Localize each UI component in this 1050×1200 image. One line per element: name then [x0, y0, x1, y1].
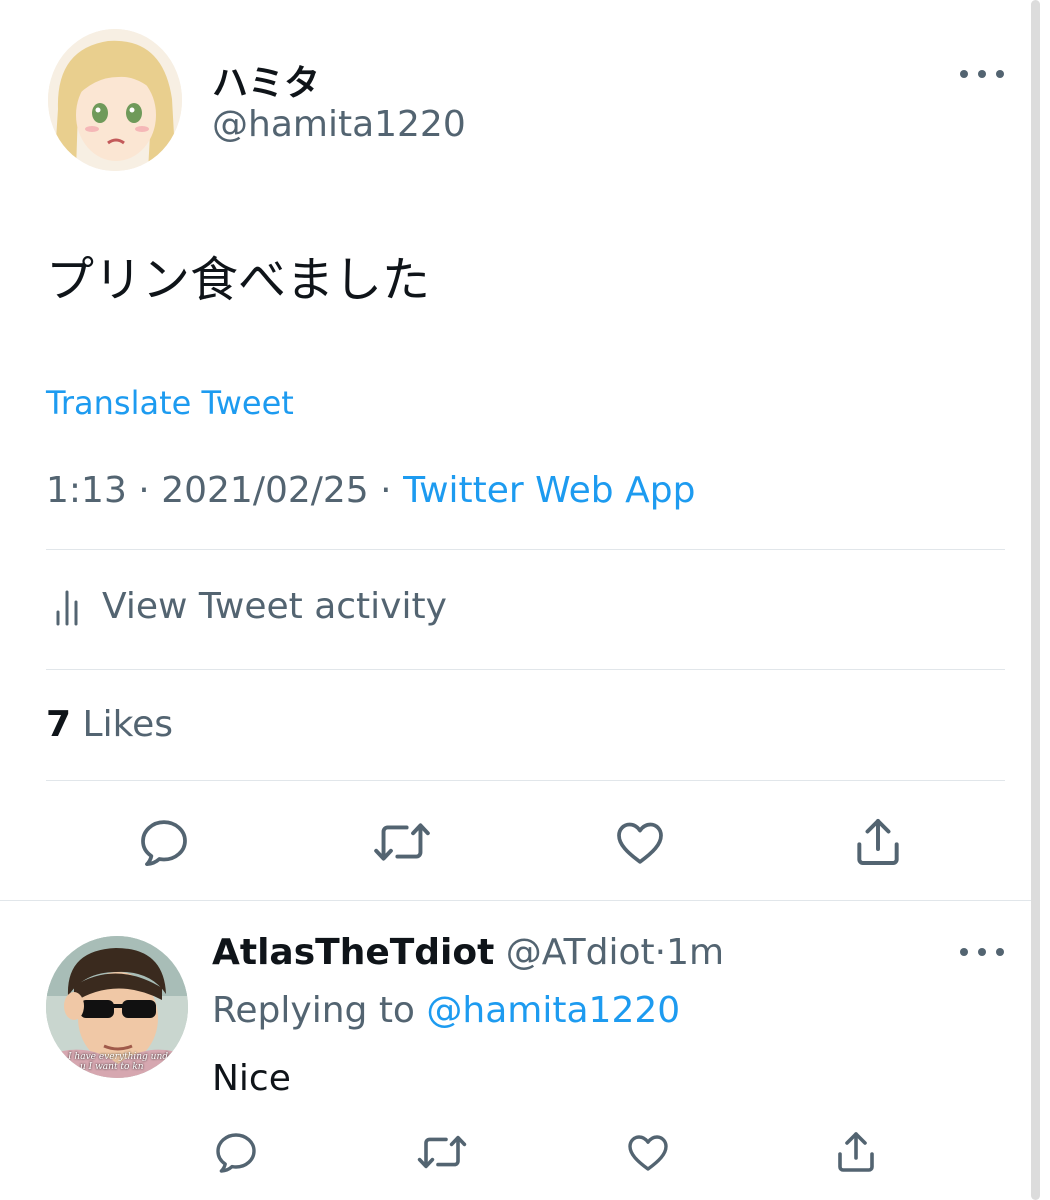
scrollbar[interactable]: [1031, 0, 1040, 1200]
activity-chart-icon: [50, 586, 90, 626]
share-icon: [838, 1132, 874, 1172]
reply-author-avatar[interactable]: I have everything unde u I want to kn: [46, 936, 188, 1078]
view-tweet-activity-button[interactable]: View Tweet activity: [50, 584, 447, 628]
reply-share-button[interactable]: [826, 1122, 886, 1182]
meta-separator: ·: [138, 470, 150, 511]
translate-tweet-link[interactable]: Translate Tweet: [46, 384, 294, 422]
retweet-button[interactable]: [372, 812, 432, 872]
tweet-date[interactable]: 2021/02/25: [161, 470, 369, 511]
tweet-source-link[interactable]: Twitter Web App: [403, 470, 695, 511]
replying-to-handle-link[interactable]: @hamita1220: [426, 990, 680, 1031]
retweet-icon: [374, 823, 430, 861]
author-avatar[interactable]: [48, 29, 182, 171]
tweet-time: 1:13: [46, 470, 127, 511]
reply-like-button[interactable]: [618, 1122, 678, 1182]
like-icon: [617, 822, 663, 864]
author-handle[interactable]: @hamita1220: [212, 104, 466, 145]
like-icon: [628, 1135, 668, 1171]
reply-more-options-icon[interactable]: [960, 944, 1004, 960]
replying-to-label: Replying to: [212, 990, 415, 1031]
reply-header: AtlasTheTdiot @ATdiot·1m: [212, 932, 724, 973]
likes-count[interactable]: 7 Likes: [46, 704, 173, 745]
reply-reply-button[interactable]: [206, 1122, 266, 1182]
reply-text: Nice: [212, 1058, 291, 1099]
likes-label: Likes: [82, 704, 174, 745]
meta-separator: ·: [654, 932, 667, 973]
divider: [0, 900, 1031, 901]
reply-retweet-button[interactable]: [412, 1122, 472, 1182]
retweet-icon: [417, 1135, 467, 1169]
avatar-caption: I have everything unde u I want to kn: [68, 1052, 174, 1072]
replying-to: Replying to @hamita1220: [212, 990, 680, 1031]
reply-icon: [216, 1133, 256, 1173]
divider: [46, 780, 1005, 781]
tweet-meta: 1:13 · 2021/02/25 · Twitter Web App: [46, 470, 695, 511]
likes-number: 7: [46, 704, 72, 745]
share-icon: [857, 819, 899, 865]
reply-author-handle[interactable]: @ATdiot: [506, 932, 655, 973]
like-button[interactable]: [610, 812, 670, 872]
share-button[interactable]: [848, 812, 908, 872]
more-options-icon[interactable]: [960, 66, 1004, 82]
meta-separator: ·: [380, 470, 392, 511]
divider: [46, 549, 1005, 550]
reply-button[interactable]: [134, 812, 194, 872]
divider: [46, 669, 1005, 670]
view-tweet-activity-label: View Tweet activity: [102, 585, 447, 627]
tweet-text: プリン食べました: [46, 252, 431, 308]
author-display-name[interactable]: ハミタ: [212, 54, 320, 106]
reply-author-display-name[interactable]: AtlasTheTdiot: [212, 932, 494, 973]
reply-icon: [141, 820, 187, 867]
reply-age[interactable]: 1m: [666, 932, 724, 973]
